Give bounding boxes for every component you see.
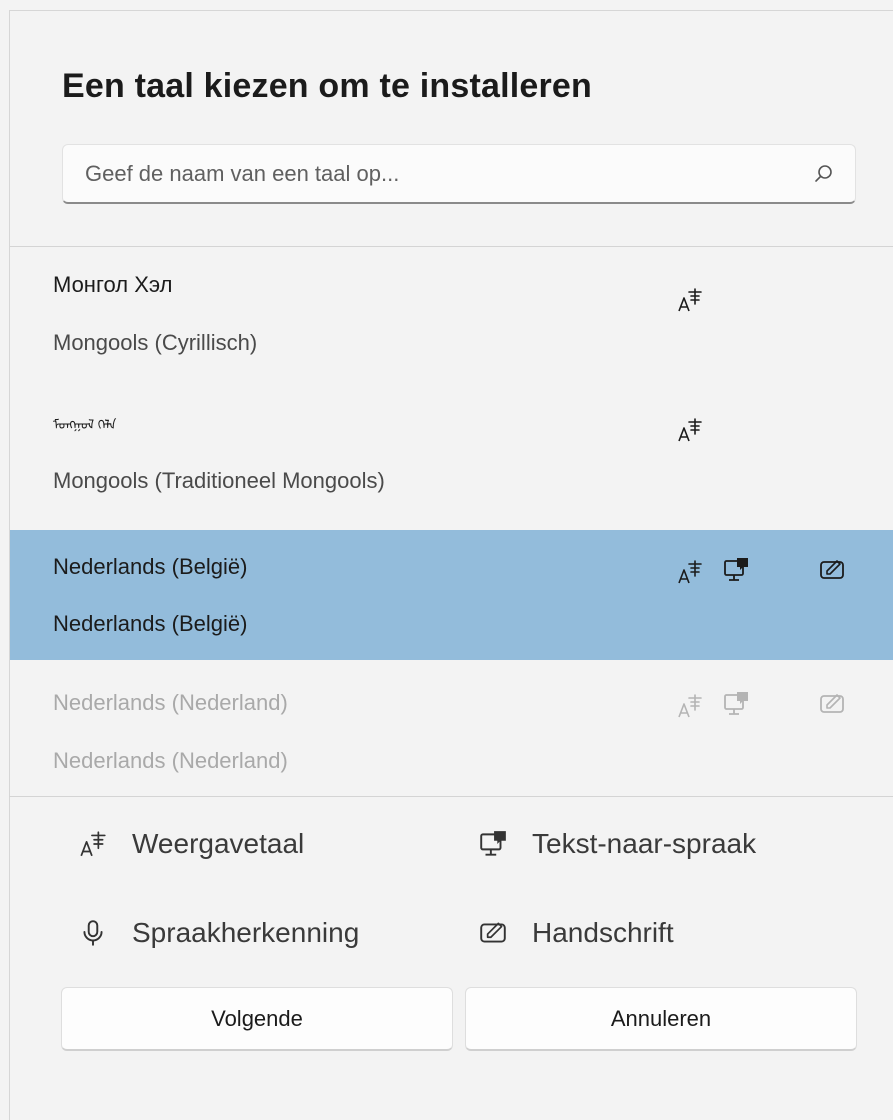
language-name: Mongools (Cyrillisch)	[53, 330, 258, 355]
bottom-divider	[9, 796, 893, 797]
legend-label: Tekst-naar-spraak	[532, 828, 757, 859]
legend-label: Spraakherkenning	[132, 917, 360, 948]
text-to-speech-icon	[722, 690, 750, 718]
microphone-icon	[78, 918, 108, 948]
language-native-name: Монгол Хэл	[53, 272, 173, 297]
language-native-name: Nederlands (Nederland)	[53, 690, 288, 715]
legend-speech-recognition: Spraakherkenning	[78, 917, 359, 949]
language-item[interactable]: ᠮᠣᠩᠭᠣᠯ ᠬᠡᠯᠡ Mongools (Traditioneel Mongo…	[10, 368, 893, 498]
display-language-icon	[676, 416, 704, 444]
cancel-button[interactable]: Annuleren	[465, 987, 857, 1051]
language-name: Nederlands (België)	[53, 611, 248, 636]
handwriting-icon	[478, 918, 508, 948]
language-name: Nederlands (Nederland)	[53, 748, 288, 773]
handwriting-icon	[818, 690, 846, 718]
next-button[interactable]: Volgende	[61, 987, 453, 1051]
language-item-disabled: Nederlands (Nederland) Nederlands (Neder…	[10, 660, 893, 786]
display-language-icon	[676, 558, 704, 586]
legend-handwriting: Handschrift	[478, 917, 674, 949]
display-language-icon	[78, 829, 108, 859]
text-to-speech-icon	[722, 556, 750, 584]
dialog-title: Een taal kiezen om te installeren	[62, 67, 593, 105]
legend-display-language: Weergavetaal	[78, 828, 304, 860]
search-input[interactable]	[83, 145, 787, 203]
search-box[interactable]	[62, 144, 856, 204]
display-language-icon	[676, 692, 704, 720]
language-name: Mongools (Traditioneel Mongools)	[53, 468, 385, 493]
feature-legend: Weergavetaal Tekst-naar-spraak Spraakher…	[52, 800, 893, 970]
language-native-name: Nederlands (België)	[53, 554, 248, 579]
language-item-selected[interactable]: Nederlands (België) Nederlands (België)	[10, 530, 893, 660]
legend-text-to-speech: Tekst-naar-spraak	[478, 828, 756, 860]
legend-label: Weergavetaal	[132, 828, 305, 859]
language-native-name: ᠮᠣᠩᠭᠣᠯ ᠬᠡᠯᠡ	[53, 417, 117, 432]
handwriting-icon	[818, 556, 846, 584]
language-list[interactable]: Монгол Хэл Mongools (Cyrillisch) ᠮᠣᠩᠭᠣᠯ …	[0, 238, 893, 786]
language-item[interactable]: Монгол Хэл Mongools (Cyrillisch)	[10, 238, 893, 368]
text-to-speech-icon	[478, 829, 508, 859]
legend-label: Handschrift	[532, 917, 674, 948]
display-language-icon	[676, 286, 704, 314]
search-icon[interactable]	[813, 163, 835, 185]
